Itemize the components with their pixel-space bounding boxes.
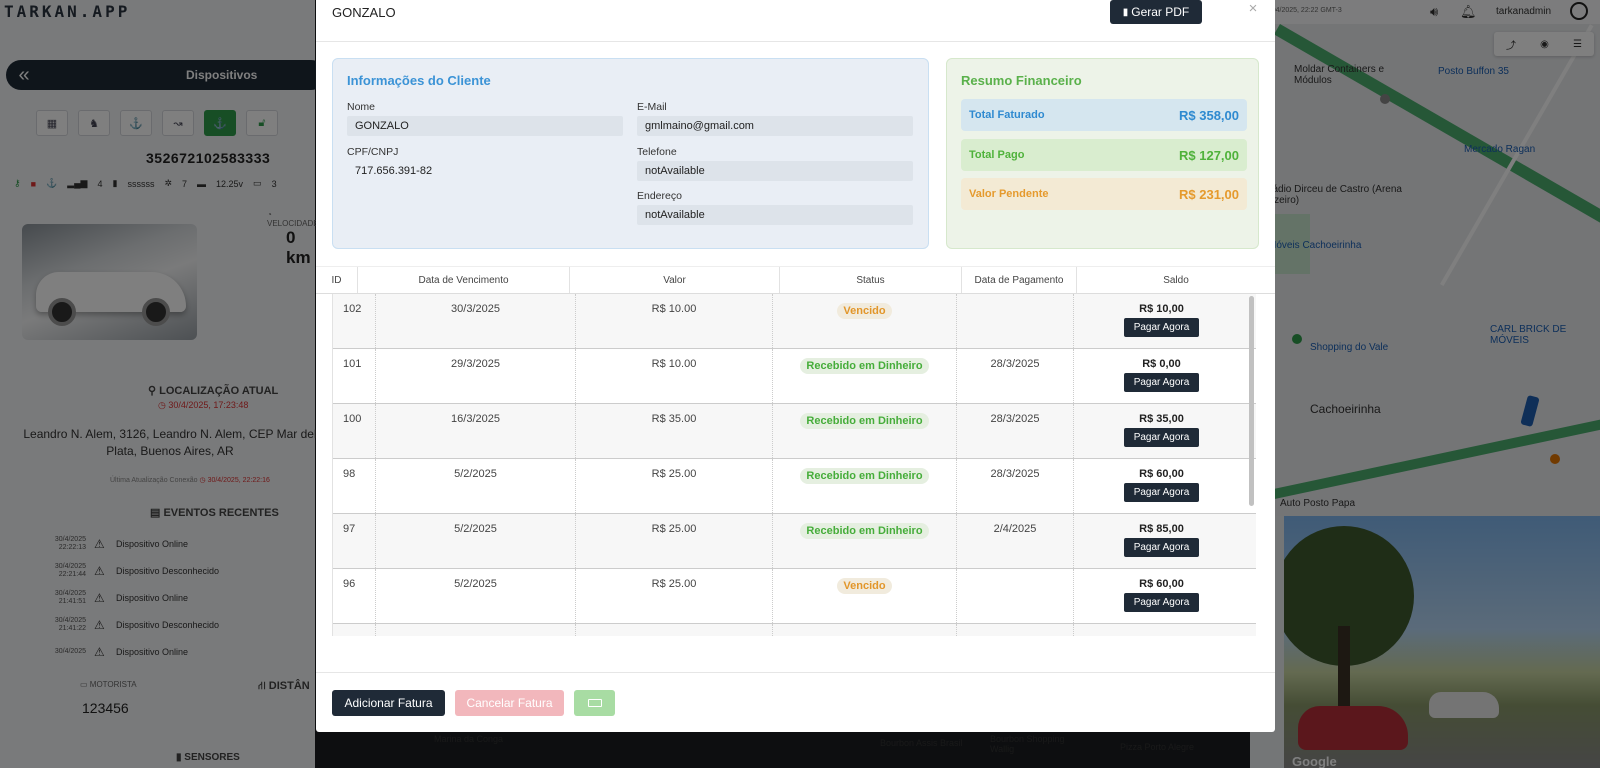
file-pdf-icon: ▮	[1122, 6, 1129, 18]
cell-value: R$ 35.00	[576, 404, 773, 458]
cell-payment-date	[957, 294, 1074, 348]
total-paid-value: R$ 127,00	[1179, 148, 1239, 163]
phone-label: Telefone	[637, 146, 677, 158]
pending-row: Valor Pendente R$ 231,00	[961, 178, 1247, 210]
cell-balance: R$ 85,00 Pagar Agora	[1074, 514, 1249, 568]
generate-pdf-button[interactable]: ▮ Gerar PDF	[1110, 0, 1202, 24]
cell-payment-date: 28/3/2025	[957, 404, 1074, 458]
table-row	[333, 624, 1256, 636]
cell-payment-date: 28/3/2025	[957, 459, 1074, 513]
cell-payment-date: 28/3/2025	[957, 349, 1074, 403]
pay-now-button[interactable]: Pagar Agora	[1124, 538, 1199, 557]
total-paid-row: Total Pago R$ 127,00	[961, 139, 1247, 171]
balance-value: R$ 60,00	[1139, 578, 1184, 590]
cell-due-date: 5/2/2025	[376, 514, 576, 568]
table-row: 100 16/3/2025 R$ 35.00 Recebido em Dinheiro…	[333, 404, 1256, 459]
client-info-card: Informações do Cliente Nome GONZALO CPF/…	[332, 58, 929, 249]
cell-id: 101	[333, 349, 376, 403]
cell-value: R$ 25.00	[576, 459, 773, 513]
cell-id: 100	[333, 404, 376, 458]
table-row: 97 5/2/2025 R$ 25.00 Recebido em Dinheiro 2/…	[333, 514, 1256, 569]
column-header-payment-date: Data de Pagamento	[962, 267, 1077, 293]
cell-status: Recebido em Dinheiro	[773, 459, 957, 513]
cash-payment-button[interactable]	[574, 690, 615, 716]
close-icon[interactable]: ×	[1246, 0, 1260, 17]
finance-heading: Resumo Financeiro	[961, 73, 1082, 88]
cell-status: Recebido em Dinheiro	[773, 514, 957, 568]
column-header-status: Status	[780, 267, 962, 293]
total-billed-value: R$ 358,00	[1179, 108, 1239, 123]
cell-balance: R$ 10,00 Pagar Agora	[1074, 294, 1249, 348]
modal-title: GONZALO	[332, 5, 396, 20]
cell-id: 102	[333, 294, 376, 348]
cell-status: Recebido em Dinheiro	[773, 404, 957, 458]
cell-id: 97	[333, 514, 376, 568]
cell-due-date: 30/3/2025	[376, 294, 576, 348]
email-label: E-Mail	[637, 101, 667, 113]
invoice-table-body[interactable]: 102 30/3/2025 R$ 10.00 Vencido R$ 10,00 Pagar…	[332, 294, 1256, 636]
table-row: 98 5/2/2025 R$ 25.00 Recebido em Dinheiro 28…	[333, 459, 1256, 514]
total-billed-row: Total Faturado R$ 358,00	[961, 99, 1247, 131]
balance-value: R$ 35,00	[1139, 413, 1184, 425]
doc-value: 717.656.391-82	[355, 165, 433, 177]
cell-balance: R$ 60,00 Pagar Agora	[1074, 459, 1249, 513]
pay-now-button[interactable]: Pagar Agora	[1124, 483, 1199, 502]
status-badge: Vencido	[837, 303, 892, 319]
invoice-table-header: ID Data de Vencimento Valor Status Data …	[316, 266, 1275, 294]
phone-value: notAvailable	[637, 161, 913, 181]
cell-status: Vencido	[773, 294, 957, 348]
column-header-value: Valor	[570, 267, 780, 293]
cell-value: R$ 10.00	[576, 349, 773, 403]
client-info-heading: Informações do Cliente	[347, 73, 491, 88]
cell-id: 98	[333, 459, 376, 513]
status-badge: Recebido em Dinheiro	[800, 358, 929, 374]
cell-id: 96	[333, 569, 376, 623]
cell-value: R$ 25.00	[576, 569, 773, 623]
cell-value: R$ 10.00	[576, 294, 773, 348]
pending-value: R$ 231,00	[1179, 187, 1239, 202]
cell-due-date: 5/2/2025	[376, 459, 576, 513]
column-header-due-date: Data de Vencimento	[358, 267, 570, 293]
pay-now-button[interactable]: Pagar Agora	[1124, 428, 1199, 447]
cell-due-date: 16/3/2025	[376, 404, 576, 458]
address-value: notAvailable	[637, 205, 913, 225]
column-header-balance: Saldo	[1163, 274, 1189, 286]
status-badge: Recebido em Dinheiro	[800, 523, 929, 539]
cancel-invoice-button[interactable]: Cancelar Fatura	[455, 690, 564, 716]
cell-status: Recebido em Dinheiro	[773, 349, 957, 403]
table-scrollbar[interactable]	[1249, 296, 1254, 506]
cell-value: R$ 25.00	[576, 514, 773, 568]
column-header-id: ID	[316, 267, 358, 293]
address-label: Endereço	[637, 190, 682, 202]
status-badge: Recebido em Dinheiro	[800, 413, 929, 429]
invoice-modal: GONZALO ▮ Gerar PDF × Informações do Clie…	[316, 0, 1275, 732]
balance-value: R$ 60,00	[1139, 468, 1184, 480]
add-invoice-button[interactable]: Adicionar Fatura	[332, 690, 445, 716]
pay-now-button[interactable]: Pagar Agora	[1124, 593, 1199, 612]
cell-due-date: 5/2/2025	[376, 569, 576, 623]
pay-now-button[interactable]: Pagar Agora	[1124, 373, 1199, 392]
money-icon	[587, 699, 602, 708]
table-row: 96 5/2/2025 R$ 25.00 Vencido R$ 60,00 Pagar A…	[333, 569, 1256, 624]
cell-payment-date	[957, 569, 1074, 623]
finance-summary-card: Resumo Financeiro Total Faturado R$ 358,…	[946, 58, 1259, 249]
status-badge: Vencido	[837, 578, 892, 594]
cell-balance: R$ 0,00 Pagar Agora	[1074, 349, 1249, 403]
cell-balance: R$ 60,00 Pagar Agora	[1074, 569, 1249, 623]
balance-value: R$ 85,00	[1139, 523, 1184, 535]
name-label: Nome	[347, 101, 376, 113]
balance-value: R$ 10,00	[1139, 303, 1184, 315]
cell-balance: R$ 35,00 Pagar Agora	[1074, 404, 1249, 458]
cell-due-date: 29/3/2025	[376, 349, 576, 403]
cell-status: Vencido	[773, 569, 957, 623]
email-value: gmlmaino@gmail.com	[637, 116, 913, 136]
table-row: 101 29/3/2025 R$ 10.00 Recebido em Dinheiro…	[333, 349, 1256, 404]
name-value: GONZALO	[347, 116, 623, 136]
cell-payment-date: 2/4/2025	[957, 514, 1074, 568]
balance-value: R$ 0,00	[1142, 358, 1181, 370]
doc-label: CPF/CNPJ	[347, 146, 399, 158]
pay-now-button[interactable]: Pagar Agora	[1124, 318, 1199, 337]
status-badge: Recebido em Dinheiro	[800, 468, 929, 484]
table-row: 102 30/3/2025 R$ 10.00 Vencido R$ 10,00 Pagar…	[333, 294, 1256, 349]
